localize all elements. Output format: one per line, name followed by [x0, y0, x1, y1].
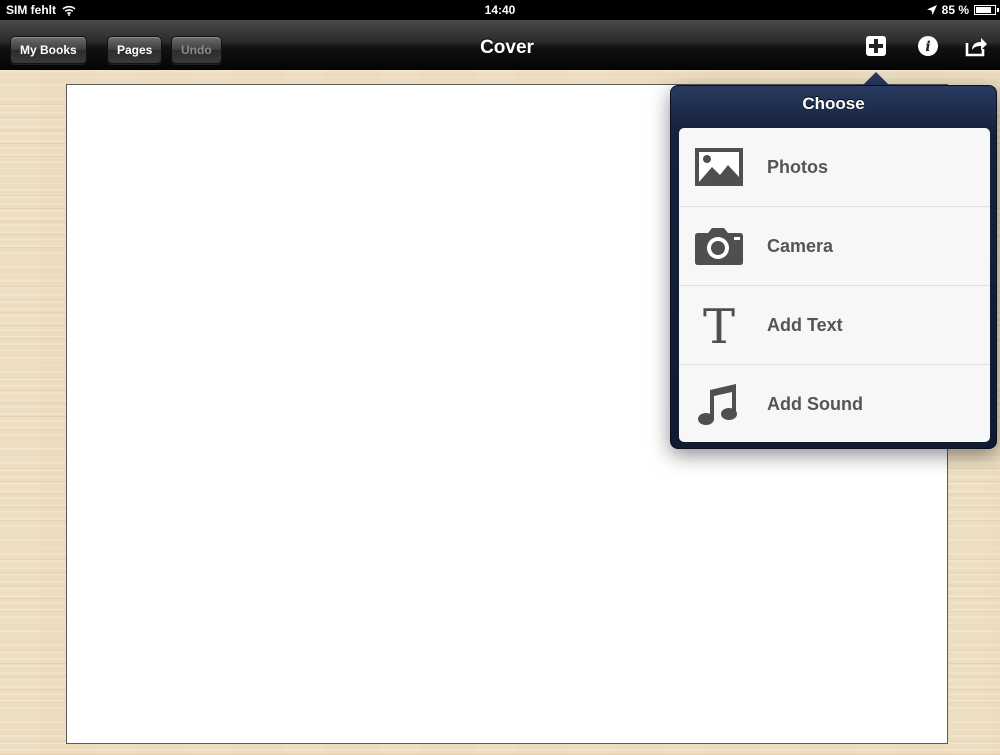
- menu-item-label: Photos: [767, 157, 828, 177]
- svg-text:T: T: [703, 303, 735, 347]
- svg-text:i: i: [925, 39, 930, 55]
- plus-icon[interactable]: [864, 34, 888, 58]
- popover-title: Choose: [802, 94, 865, 113]
- battery-icon: [974, 5, 999, 15]
- status-right: 85 %: [926, 3, 999, 17]
- info-icon[interactable]: i: [916, 34, 940, 58]
- choose-menu: Photos Camera T Add Text Add Sound: [679, 128, 990, 442]
- menu-item-camera[interactable]: Camera: [679, 207, 990, 286]
- menu-item-photos[interactable]: Photos: [679, 128, 990, 207]
- navigation-toolbar: My Books Pages Undo Cover i: [0, 20, 1000, 70]
- menu-item-add-text[interactable]: T Add Text: [679, 286, 990, 365]
- popover-arrow: [862, 72, 890, 86]
- battery-fill: [976, 7, 992, 13]
- status-time: 14:40: [484, 3, 516, 17]
- menu-item-label: Camera: [767, 236, 834, 256]
- text-icon: T: [693, 300, 745, 350]
- choose-popover: Choose Photos Camera T Add Text Add Soun…: [670, 85, 997, 449]
- music-note-icon: [693, 379, 745, 429]
- camera-icon: [693, 221, 745, 271]
- status-bar: SIM fehlt 14:40 85 %: [0, 0, 1000, 20]
- photo-icon: [693, 142, 745, 192]
- battery-percent: 85 %: [941, 3, 969, 17]
- menu-item-label: Add Sound: [767, 394, 863, 414]
- menu-item-add-sound[interactable]: Add Sound: [679, 365, 990, 442]
- page-title: Cover: [480, 37, 534, 58]
- location-arrow-icon: [926, 5, 937, 15]
- share-icon[interactable]: [964, 34, 988, 58]
- menu-item-label: Add Text: [767, 315, 843, 335]
